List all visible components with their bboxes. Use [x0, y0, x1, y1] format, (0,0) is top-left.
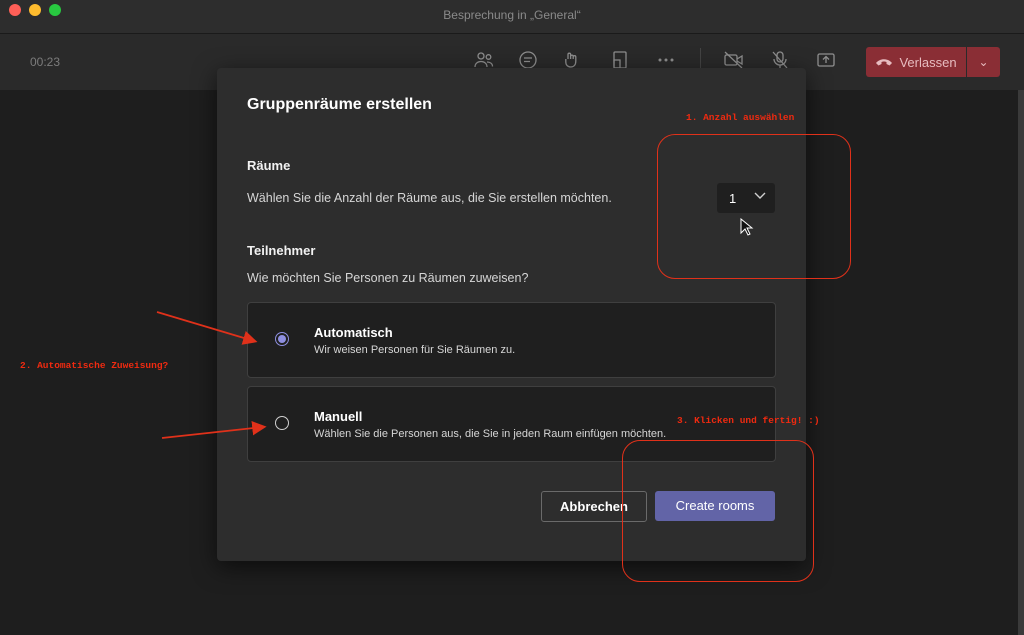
- rooms-section-text: Wählen Sie die Anzahl der Räume aus, die…: [247, 191, 612, 205]
- option-automatic-title: Automatisch: [314, 325, 393, 340]
- option-automatic-desc: Wir weisen Personen für Sie Räumen zu.: [314, 344, 516, 356]
- phone-hangup-icon: [876, 59, 893, 66]
- annotation-step-1: 1. Anzahl auswählen: [686, 112, 795, 123]
- annotation-circle-count: [657, 134, 851, 279]
- radio-automatic[interactable]: [275, 332, 289, 346]
- annotation-circle-create: [622, 440, 814, 582]
- window-title: Besprechung in „General“: [443, 8, 581, 22]
- participants-section-label: Teilnehmer: [247, 243, 316, 258]
- annotation-step-2: 2. Automatische Zuweisung?: [20, 360, 169, 371]
- option-manual-title: Manuell: [314, 409, 363, 424]
- option-manual-desc: Wählen Sie die Personen aus, die Sie in …: [314, 428, 667, 440]
- meeting-timer: 00:23: [30, 55, 61, 69]
- dialog-title: Gruppenräume erstellen: [247, 96, 432, 113]
- side-panel-edge: [1018, 90, 1024, 635]
- option-automatic[interactable]: Automatisch Wir weisen Personen für Sie …: [247, 302, 776, 378]
- share-icon[interactable]: [814, 50, 838, 74]
- window-titlebar: Besprechung in „General“: [0, 0, 1024, 34]
- leave-label: Verlassen: [899, 54, 957, 70]
- annotation-step-3: 3. Klicken und fertig! :): [677, 415, 820, 426]
- participants-section-text: Wie möchten Sie Personen zu Räumen zuwei…: [247, 271, 529, 285]
- leave-button[interactable]: Verlassen: [866, 47, 966, 77]
- rooms-section-label: Räume: [247, 158, 291, 173]
- radio-manual[interactable]: [275, 416, 289, 430]
- chevron-down-icon: ⌄: [978, 55, 989, 69]
- leave-options-button[interactable]: ⌄: [967, 47, 1000, 77]
